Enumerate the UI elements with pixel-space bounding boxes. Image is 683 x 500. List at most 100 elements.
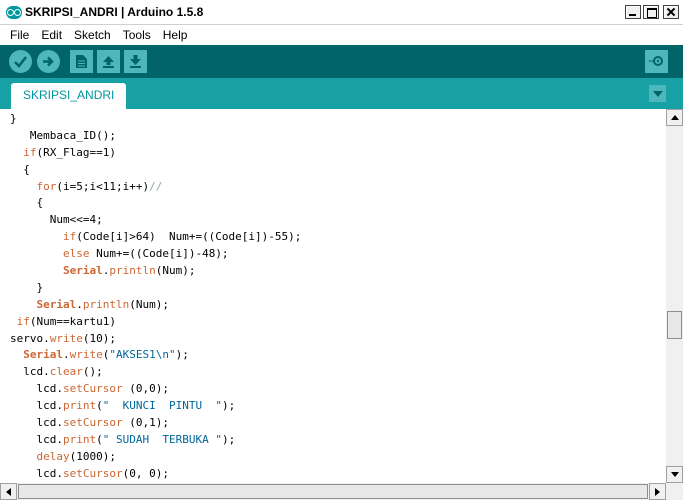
window-title: SKRIPSI_ANDRI | Arduino 1.5.8 [25, 5, 204, 19]
code-line: lcd.print(" KUNCI PINTU "); [10, 398, 301, 415]
arduino-logo-icon [6, 6, 22, 19]
code-token: print [62, 432, 97, 446]
code-token: (0,0); [122, 382, 169, 396]
code-token: Serial [36, 297, 77, 311]
code-line: lcd.setCursor (0,1); [10, 415, 301, 432]
code-token: " SUDAH TERBUKA " [102, 432, 222, 446]
code-token: setCursor [62, 416, 123, 430]
upload-button[interactable] [37, 50, 60, 73]
code-token: (i=5;i<11;i++) [56, 179, 150, 193]
code-token: setCursor [62, 466, 123, 480]
code-token: (Num==kartu1) [29, 314, 116, 328]
code-token: clear [49, 365, 83, 379]
code-token: if [23, 145, 37, 159]
menu-edit[interactable]: Edit [35, 28, 68, 42]
tab-sketch[interactable]: SKRIPSI_ANDRI [11, 83, 127, 109]
toolbar [0, 45, 683, 78]
scroll-up-icon[interactable] [666, 109, 683, 126]
code-line: lcd.print(" SUDAH TERBUKA "); [10, 432, 301, 449]
code-token: (Num); [155, 264, 196, 278]
code-line: Num<<=4; [10, 212, 301, 229]
code-token: lcd. [10, 382, 63, 396]
new-button[interactable] [70, 50, 93, 73]
open-icon [103, 56, 114, 68]
code-token: print [62, 399, 97, 413]
code-token: delay [36, 449, 70, 463]
code-token: println [109, 264, 156, 278]
maximize-icon[interactable] [643, 5, 659, 19]
code-line: } [10, 280, 301, 297]
open-button[interactable] [97, 50, 120, 73]
code-token: println [82, 297, 130, 311]
code-line: if(Num==kartu1) [10, 314, 301, 331]
window-controls [625, 5, 679, 19]
code-token: { [10, 162, 30, 176]
code-line: if(Code[i]>64) Num+=((Code[i])-55); [10, 229, 301, 246]
code-token: (RX_Flag==1) [36, 145, 116, 159]
code-token: for [36, 179, 57, 193]
code-token: (0, 0); [122, 466, 169, 480]
code-line: { [10, 195, 301, 212]
code-token: ( [96, 399, 103, 413]
code-token: servo. [10, 331, 50, 345]
code-token: (Code[i]>64) Num+=((Code[i])-55); [76, 230, 302, 244]
title-bar: SKRIPSI_ANDRI | Arduino 1.5.8 [0, 0, 683, 25]
save-icon [130, 55, 141, 68]
verify-icon [14, 56, 27, 68]
code-token: . [76, 297, 83, 311]
tab-strip: SKRIPSI_ANDRI [0, 78, 683, 109]
code-token: // [149, 179, 163, 193]
minimize-icon[interactable] [625, 5, 641, 19]
scroll-right-icon[interactable] [649, 483, 666, 500]
code-token: ( [96, 432, 103, 446]
code-line: } [10, 111, 301, 128]
code-line: { [10, 162, 301, 179]
code-line: lcd.clear(); [10, 364, 301, 381]
vertical-scroll-thumb[interactable] [667, 311, 682, 339]
code-token: setCursor [62, 382, 123, 396]
serial-monitor-icon [649, 56, 663, 66]
code-line: Membaca_ID(); [10, 128, 301, 145]
vertical-scrollbar[interactable] [666, 109, 683, 483]
menu-tools[interactable]: Tools [117, 28, 157, 42]
code-token: Serial [23, 348, 63, 362]
save-button[interactable] [124, 50, 147, 73]
scrollbar-corner [666, 483, 683, 500]
code-token: . [63, 348, 70, 362]
code-token: lcd. [10, 399, 63, 413]
code-editor[interactable]: } Membaca_ID(); if(RX_Flag==1) { for(i=5… [0, 109, 666, 483]
code-line: servo.write(10); [10, 331, 301, 348]
scroll-left-icon[interactable] [0, 483, 17, 500]
code-token: else [62, 247, 90, 261]
verify-button[interactable] [9, 50, 32, 73]
code-line: else Num+=((Code[i])-48); [10, 246, 301, 263]
code-token: lcd. [10, 432, 63, 446]
menu-sketch[interactable]: Sketch [68, 28, 117, 42]
code-token: } [10, 280, 44, 294]
code-token: write [69, 348, 103, 362]
menu-bar: File Edit Sketch Tools Help [0, 25, 683, 44]
horizontal-scrollbar[interactable] [0, 483, 666, 500]
code-text: } Membaca_ID(); if(RX_Flag==1) { for(i=5… [10, 111, 301, 483]
code-line: lcd.setCursor(0, 0); [10, 466, 301, 483]
menu-help[interactable]: Help [157, 28, 194, 42]
code-line: Serial.write("AKSES1\n"); [10, 347, 301, 364]
code-token: (0,1); [122, 416, 169, 430]
tab-menu-button[interactable] [649, 85, 666, 102]
code-token: if [16, 314, 30, 328]
scroll-down-icon[interactable] [666, 466, 683, 483]
close-icon[interactable] [663, 5, 679, 19]
menu-file[interactable]: File [4, 28, 35, 42]
serial-monitor-button[interactable] [645, 50, 668, 73]
code-token: Serial [62, 264, 103, 278]
code-line: delay(1000); [10, 449, 301, 466]
code-token: lcd. [10, 416, 63, 430]
horizontal-scroll-thumb[interactable] [18, 484, 648, 499]
